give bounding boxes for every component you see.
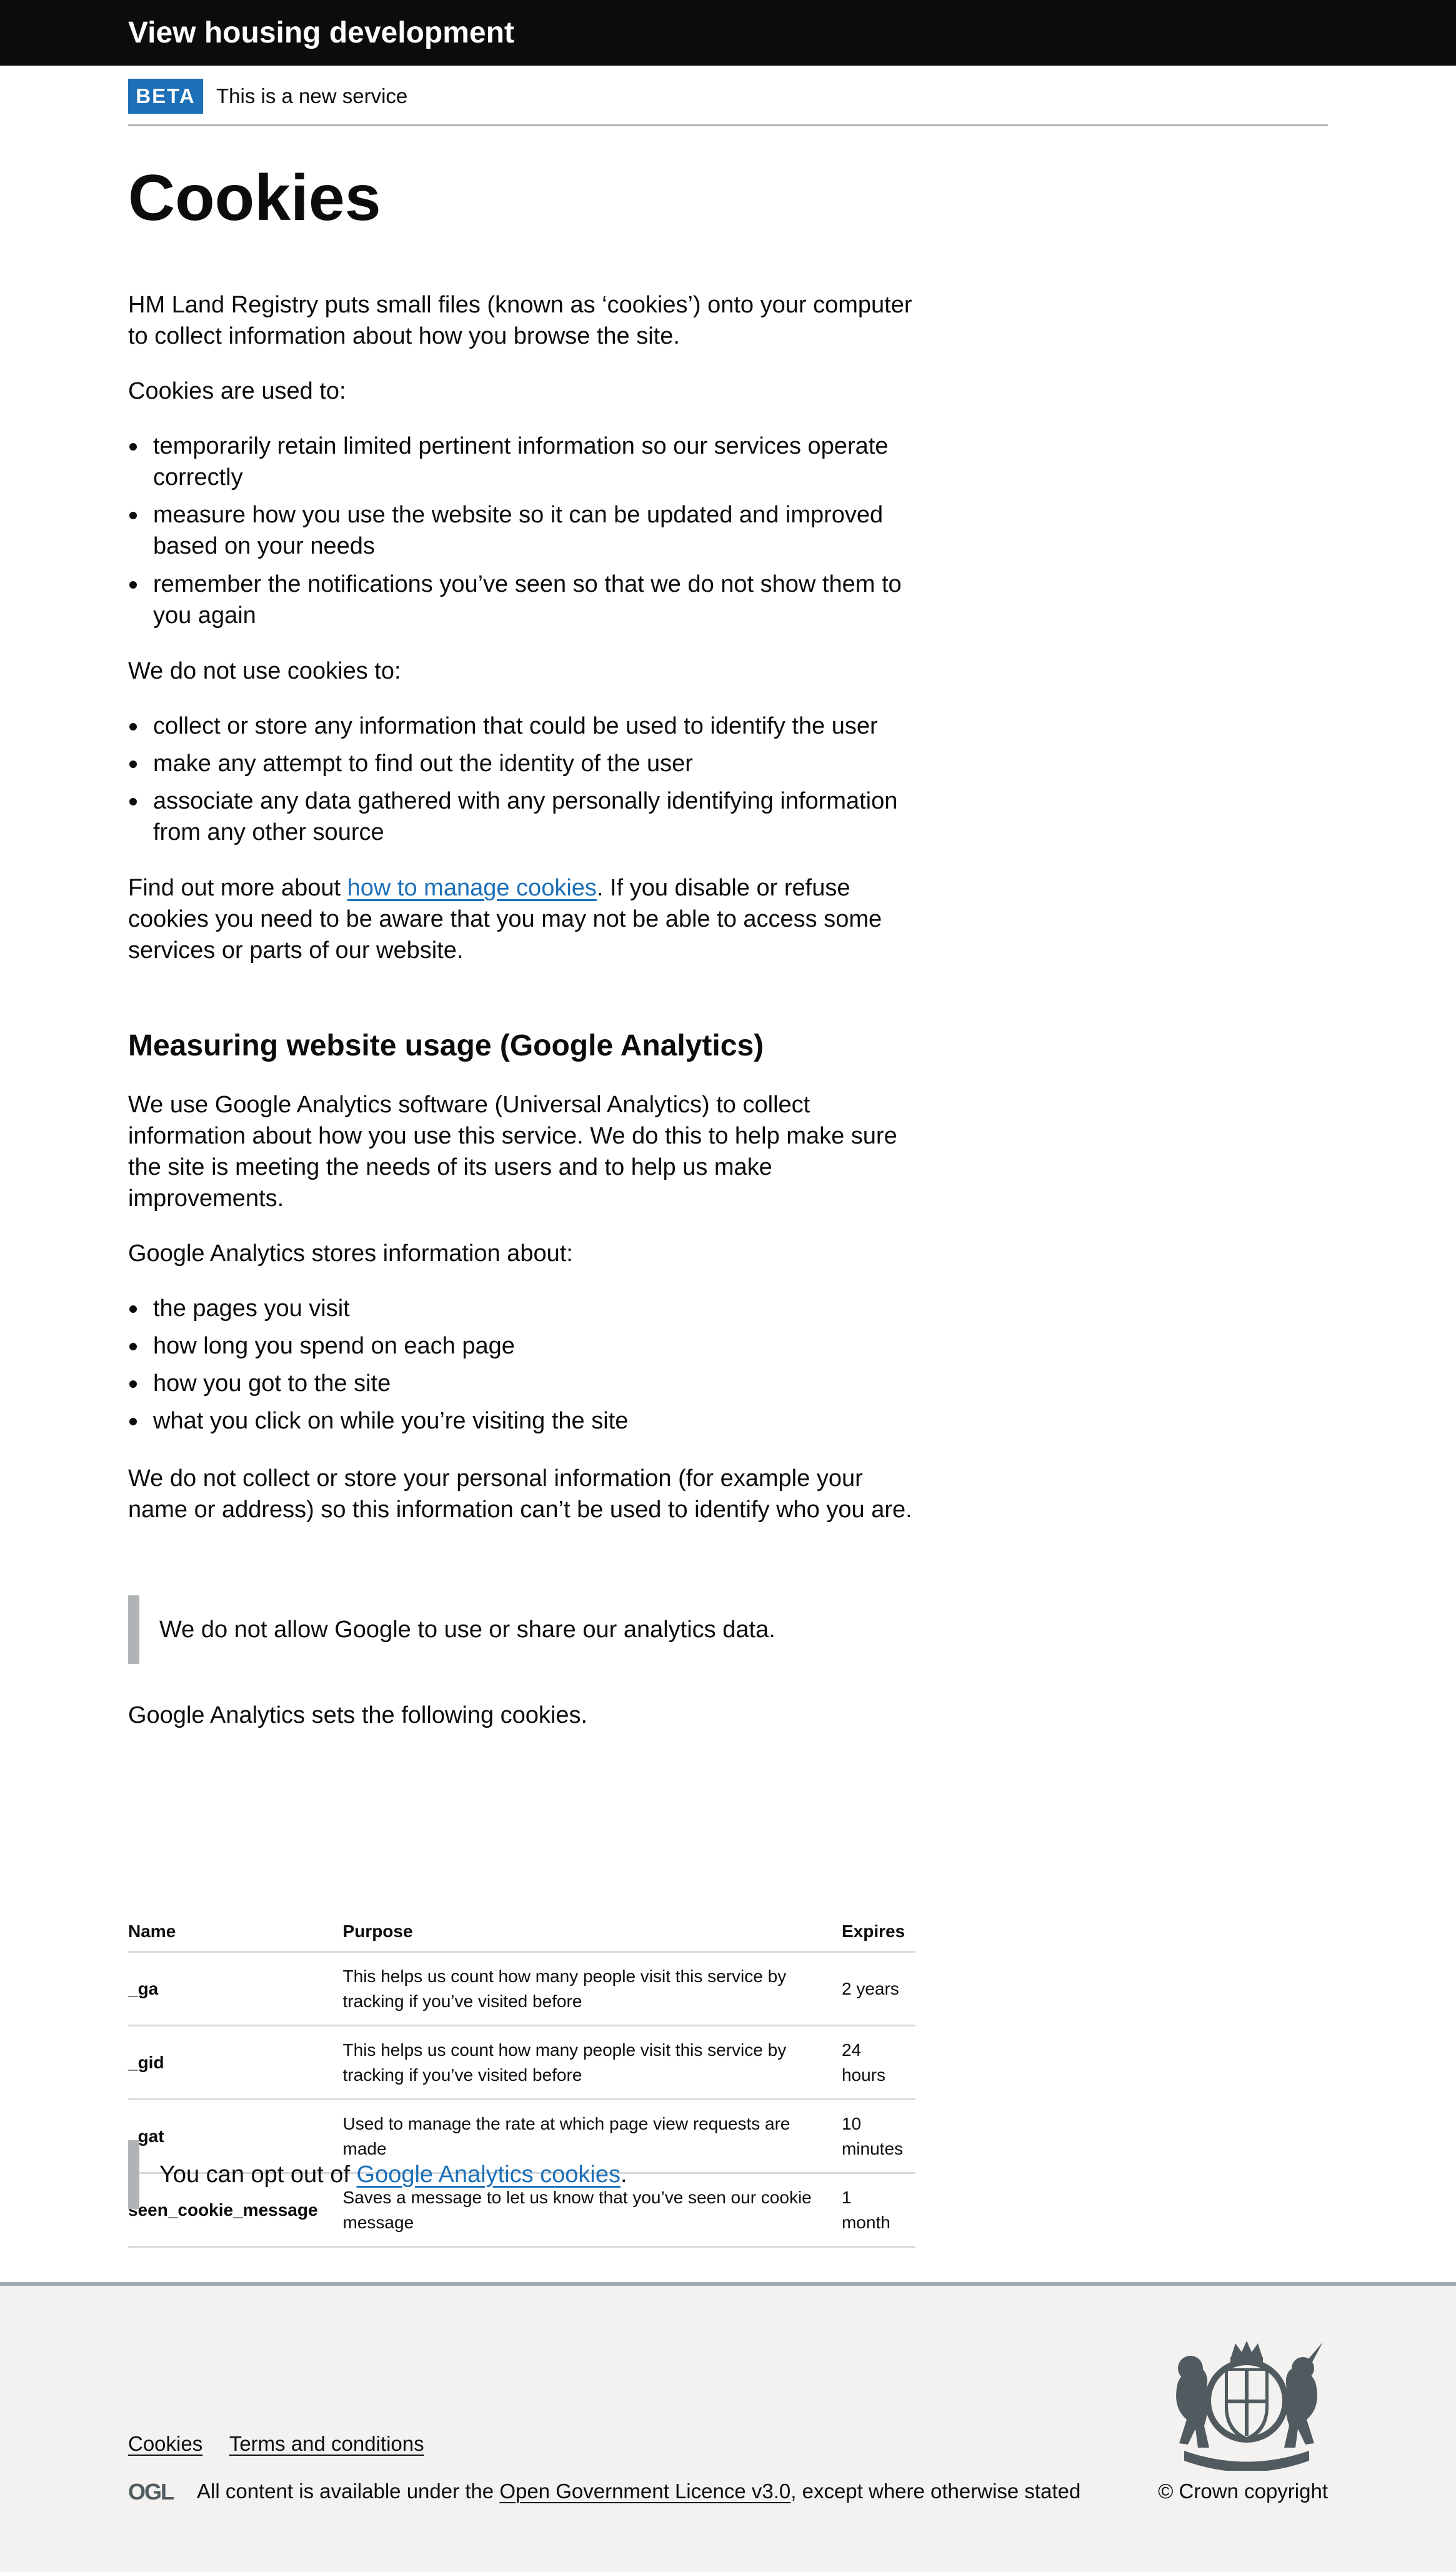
inset-text-opt-out: You can opt out of Google Analytics cook… (128, 2140, 915, 2209)
find-out-more-paragraph: Find out more about how to manage cookie… (128, 872, 915, 966)
crown-copyright-text: © Crown copyright (1158, 2480, 1328, 2503)
used-to-list: temporarily retain limited pertinent inf… (128, 431, 915, 637)
list-item: how long you spend on each page (128, 1330, 915, 1362)
list-item: what you click on while you’re visiting … (128, 1405, 915, 1437)
ogl-logo-text: OGL (128, 2481, 174, 2502)
page-title: Cookies (128, 162, 381, 234)
list-item: make any attempt to find out the identit… (128, 748, 915, 779)
cookie-expires: 24 hours (841, 2025, 915, 2100)
sets-cookies-paragraph: Google Analytics sets the following cook… (128, 1702, 588, 1728)
site-header: View housing development (0, 0, 1456, 66)
footer-link-terms[interactable]: Terms and conditions (229, 2432, 424, 2455)
stores-heading: Google Analytics stores information abou… (128, 1240, 573, 1267)
list-item: temporarily retain limited pertinent inf… (128, 431, 915, 493)
footer-link-cookies[interactable]: Cookies (128, 2432, 202, 2455)
table-header-row: Name Purpose Expires (128, 1912, 915, 1953)
table-row: _gid This helps us count how many people… (128, 2025, 915, 2100)
beta-tag: BETA (128, 79, 203, 114)
inset-text-share: We do not allow Google to use or share o… (128, 1595, 915, 1664)
stores-list: the pages you visit how long you spend o… (128, 1293, 915, 1443)
find-out-prefix: Find out more about (128, 875, 347, 901)
list-item: collect or store any information that co… (128, 710, 915, 742)
column-header-expires: Expires (841, 1912, 915, 1953)
not-used-heading: We do not use cookies to: (128, 658, 401, 684)
column-header-name: Name (128, 1912, 343, 1953)
analytics-heading: Measuring website usage (Google Analytic… (128, 1029, 764, 1062)
cookie-name: _ga (128, 1951, 343, 2026)
phase-banner: BETA This is a new service (128, 66, 1328, 126)
cookie-expires: 2 years (841, 1951, 915, 2026)
licence-prefix: All content is available under the (197, 2480, 500, 2503)
licence-suffix: , except where otherwise stated (790, 2480, 1081, 2503)
column-header-purpose: Purpose (342, 1912, 842, 1953)
manage-cookies-link[interactable]: how to manage cookies (347, 875, 597, 901)
list-item: remember the notifications you’ve seen s… (128, 569, 915, 631)
personal-info-paragraph: We do not collect or store your personal… (128, 1465, 912, 1523)
open-government-licence-link[interactable]: Open Government Licence v3.0 (499, 2480, 790, 2503)
list-item: associate any data gathered with any per… (128, 785, 915, 848)
opt-out-suffix: . (620, 2161, 627, 2188)
service-name-link[interactable]: View housing development (128, 15, 514, 51)
footer-links: Cookies Terms and conditions (128, 2432, 446, 2456)
phase-banner-text: This is a new service (216, 84, 408, 107)
cookie-purpose: This helps us count how many people visi… (342, 1951, 842, 2026)
google-analytics-opt-out-link[interactable]: Google Analytics cookies (357, 2161, 621, 2188)
cookie-purpose: This helps us count how many people visi… (342, 2025, 842, 2100)
list-item: how you got to the site (128, 1368, 915, 1399)
intro-paragraph: HM Land Registry puts small files (known… (128, 292, 912, 350)
table-row: _ga This helps us count how many people … (128, 1951, 915, 2026)
list-item: measure how you use the website so it ca… (128, 499, 915, 562)
list-item: the pages you visit (128, 1293, 915, 1324)
used-to-heading: Cookies are used to: (128, 378, 346, 404)
royal-coat-of-arms-icon (1176, 2341, 1323, 2471)
opt-out-text: You can opt out of Google Analytics cook… (159, 2161, 627, 2188)
cookie-name: _gid (128, 2025, 343, 2100)
not-used-list: collect or store any information that co… (128, 710, 915, 855)
analytics-intro: We use Google Analytics software (Univer… (128, 1092, 897, 1212)
site-footer: Cookies Terms and conditions OGL All con… (0, 2282, 1456, 2572)
licence-text: All content is available under the Open … (197, 2480, 1080, 2503)
inset-text: We do not allow Google to use or share o… (159, 1616, 775, 1643)
opt-out-prefix: You can opt out of (159, 2161, 357, 2188)
ogl-logo-icon: OGL (128, 2481, 175, 2502)
